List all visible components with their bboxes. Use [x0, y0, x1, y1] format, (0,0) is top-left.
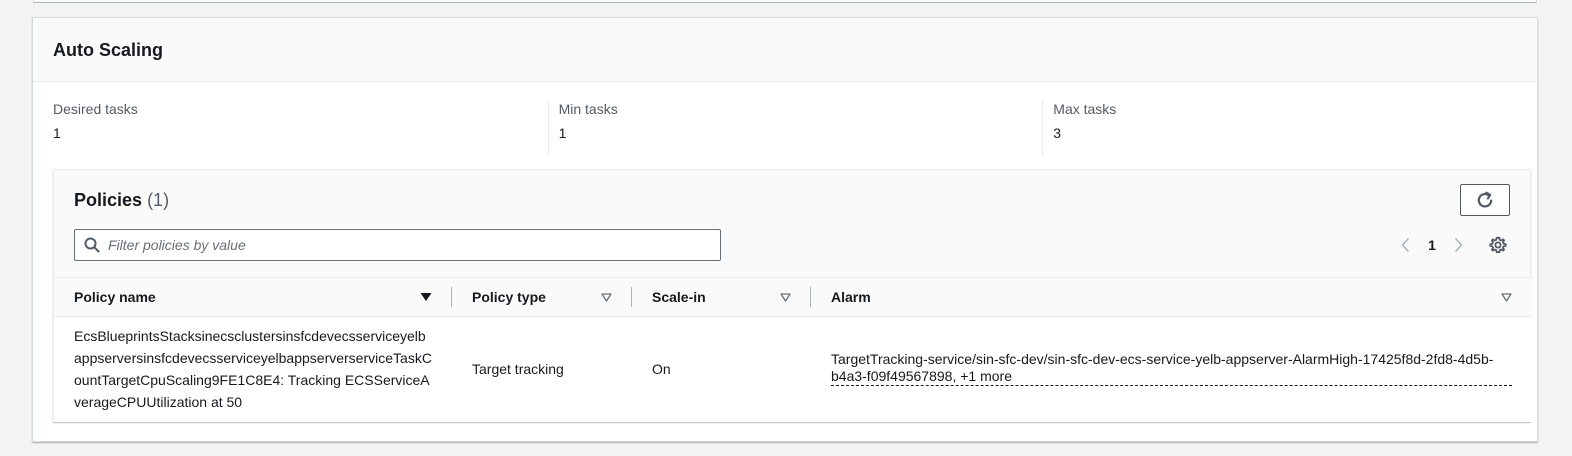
- min-tasks-value: 1: [558, 125, 567, 141]
- max-tasks-label: Max tasks: [1053, 101, 1117, 117]
- refresh-icon: [1477, 191, 1493, 208]
- caret-down-outline-icon: [780, 292, 791, 302]
- min-tasks-label: Min tasks: [558, 101, 618, 117]
- search-box: [74, 229, 721, 261]
- scale-in-cell: On: [652, 361, 671, 378]
- desired-tasks: Desired tasks 1: [53, 99, 548, 156]
- policies-header: Policies (1) Filter policies by value 1: [54, 170, 1530, 277]
- column-label: Alarm: [831, 289, 871, 305]
- policy-type-cell: Target tracking: [472, 361, 564, 378]
- chevron-right-icon: [1454, 237, 1463, 253]
- policies-table: Policy name Policy type Scale-in Alarm E…: [54, 277, 1532, 422]
- desired-tasks-value: 1: [53, 125, 61, 141]
- column-label: Policy name: [74, 289, 156, 305]
- preferences-button[interactable]: [1486, 233, 1510, 257]
- panel-title: Auto Scaling: [53, 40, 164, 60]
- policy-name-cell: EcsBlueprintsStacksinecsclustersinsfcdev…: [54, 317, 452, 422]
- table-row: EcsBlueprintsStacksinecsclustersinsfcdev…: [54, 317, 1532, 422]
- column-header-scale-in[interactable]: Scale-in: [632, 277, 811, 317]
- min-tasks: Min tasks 1: [547, 99, 1043, 156]
- column-header-alarm[interactable]: Alarm: [811, 277, 1532, 317]
- column-label: Policy type: [472, 289, 546, 305]
- caret-down-outline-icon: [601, 292, 612, 302]
- caret-down-outline-icon: [1501, 292, 1512, 302]
- pagination: 1: [1394, 233, 1470, 257]
- table-header-row: Policy name Policy type Scale-in Alarm: [54, 277, 1532, 317]
- caret-down-filled-icon: [420, 293, 432, 301]
- gear-icon: [1489, 236, 1507, 254]
- search-icon: [84, 237, 100, 253]
- auto-scaling-panel: Auto Scaling Desired tasks 1 Min tasks 1…: [32, 17, 1538, 442]
- previous-page-button[interactable]: [1394, 233, 1418, 257]
- policy-name-text: EcsBlueprintsStacksinecsclustersinsfcdev…: [74, 328, 432, 411]
- policies-title-text: Policies: [74, 190, 143, 210]
- desired-tasks-label: Desired tasks: [53, 101, 138, 117]
- column-header-policy-name[interactable]: Policy name: [54, 277, 452, 317]
- column-header-policy-type[interactable]: Policy type: [452, 277, 632, 317]
- filter-policies-input[interactable]: [108, 237, 708, 253]
- alarm-link[interactable]: TargetTracking-service/sin-sfc-dev/sin-s…: [831, 351, 1512, 387]
- tasks-summary: Desired tasks 1 Min tasks 1 Max tasks 3: [33, 82, 1537, 156]
- policies-count: (1): [147, 190, 170, 210]
- next-page-button[interactable]: [1446, 233, 1470, 257]
- current-page-number[interactable]: 1: [1418, 237, 1446, 253]
- previous-panel-edge: [33, 0, 1537, 3]
- column-label: Scale-in: [652, 289, 706, 305]
- panel-header: Auto Scaling: [33, 18, 1537, 82]
- max-tasks-value: 3: [1053, 125, 1062, 141]
- alarm-cell: TargetTracking-service/sin-sfc-dev/sin-s…: [811, 317, 1532, 422]
- policies-table-container: Policies (1) Filter policies by value 1 …: [53, 169, 1532, 422]
- max-tasks: Max tasks 3: [1042, 99, 1537, 156]
- chevron-left-icon: [1401, 237, 1410, 253]
- refresh-button[interactable]: [1460, 184, 1510, 216]
- policies-title: Policies (1): [74, 189, 169, 211]
